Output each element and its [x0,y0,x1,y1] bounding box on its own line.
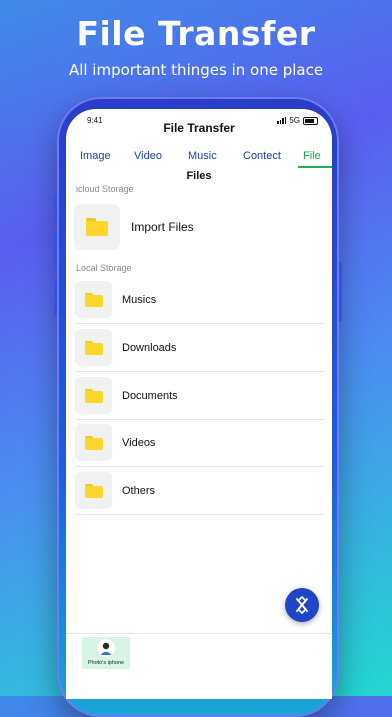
phone-side-button [54,196,57,222]
icloud-storage-label: icloud Storage [76,184,134,194]
folder-icon [84,435,103,450]
section-title: Files [186,170,212,182]
tab-file[interactable]: File [303,150,321,162]
list-item-label: Others [122,484,156,497]
transfer-fab-button[interactable] [285,588,319,622]
import-folder-tile [74,204,120,250]
list-item-label: Downloads [122,341,177,354]
list-item-documents[interactable]: Documents [75,372,325,420]
list-item-musics[interactable]: Musics [75,276,325,324]
folder-icon [84,388,103,403]
phone-power-button [339,262,342,322]
tab-bar: Image Video Music Contect File [66,150,332,166]
tab-music[interactable]: Music [188,150,217,162]
bottom-device-bar: Photo's iphone [66,633,332,699]
import-files-label: Import Files [131,220,194,234]
list-item-label: Documents [122,389,178,402]
folder-icon [86,218,108,236]
avatar-icon [97,639,115,657]
phone-screen: 9:41 5G File Transfer Image Video Music … [66,109,332,699]
device-card[interactable]: Photo's iphone [82,637,130,669]
local-storage-label: Local Storage [76,263,132,273]
promo-headline: File Transfer [76,14,316,53]
phone-side-button [54,278,57,316]
promo-subline: All important thinges in one place [68,61,324,79]
folder-icon [84,292,103,307]
phone-side-button [54,232,57,270]
list-item-downloads[interactable]: Downloads [75,324,325,372]
tab-image[interactable]: Image [80,150,111,162]
active-tab-indicator [298,166,332,168]
tab-video[interactable]: Video [134,150,162,162]
transfer-icon [296,596,308,614]
list-item-others[interactable]: Others [75,467,325,515]
folder-icon [84,340,103,355]
app-title: File Transfer [163,121,235,135]
device-name: Photo's iphone [87,660,125,666]
tab-contect[interactable]: Contect [243,150,281,162]
list-item-videos[interactable]: Videos [75,419,325,467]
list-item-label: Musics [122,293,157,306]
folder-icon [84,483,103,498]
import-files-row[interactable]: Import Files [74,203,324,251]
list-item-label: Videos [122,436,156,449]
